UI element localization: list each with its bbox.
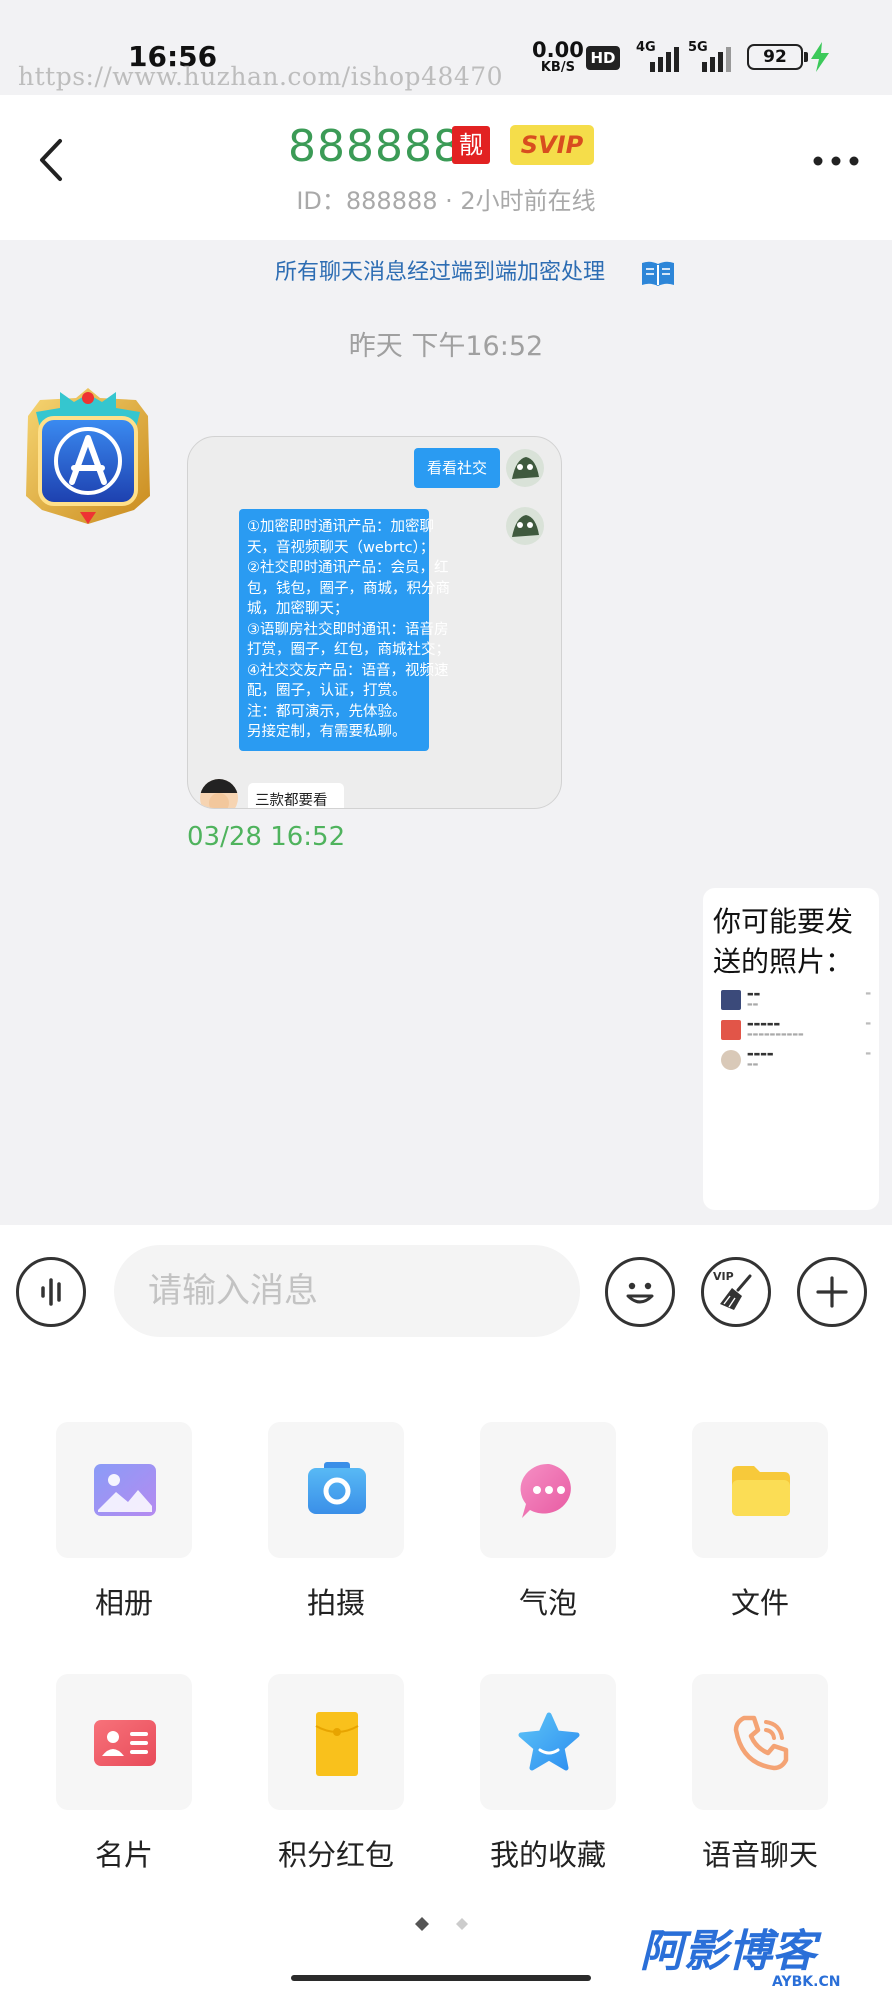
page-indicator[interactable] bbox=[410, 1914, 470, 1934]
tile-contact-card[interactable]: 名片 bbox=[56, 1674, 196, 1874]
tile-voice-chat-box bbox=[692, 1674, 828, 1810]
home-indicator[interactable] bbox=[291, 1975, 591, 1981]
bubble-icon bbox=[520, 1463, 571, 1518]
tile-bubble-label: 气泡 bbox=[518, 1586, 577, 1620]
signal-5g-icon: 5G bbox=[688, 40, 736, 72]
suggested-photo-title: 你可能要发送的照片： bbox=[713, 905, 854, 978]
message-timestamp: 03/28 16:52 bbox=[187, 822, 346, 852]
message-input[interactable] bbox=[114, 1245, 580, 1337]
tile-file-label: 文件 bbox=[730, 1586, 789, 1620]
message-input-bar: VIP bbox=[0, 1225, 892, 1345]
tile-album-label: 相册 bbox=[94, 1586, 153, 1620]
tile-contact-card-label: 名片 bbox=[94, 1838, 153, 1872]
photo-thumb-row: ▬▬ ▬▬ ▬ bbox=[721, 990, 871, 1012]
tile-file-box bbox=[692, 1422, 828, 1558]
tile-camera-box bbox=[268, 1422, 404, 1558]
vip-clean-button[interactable]: VIP bbox=[701, 1257, 771, 1327]
photo-thumb-row: ▬▬▬▬▬ ▬▬▬▬▬▬▬▬▬▬ ▬ bbox=[721, 1020, 871, 1042]
tile-red-packet-label: 积分红包 bbox=[277, 1838, 394, 1872]
contact-avatar[interactable] bbox=[16, 384, 161, 529]
suggested-photo-card[interactable]: 你可能要发送的照片： ▬▬ ▬▬ ▬ ▬▬▬▬▬ ▬▬▬▬▬▬▬▬▬▬ ▬ ▬▬… bbox=[703, 888, 879, 1210]
watermark-url: https://www.huzhan.com/ishop48470 bbox=[18, 62, 504, 91]
more-options-button[interactable] bbox=[808, 150, 864, 172]
tile-voice-chat[interactable]: 语音聊天 bbox=[692, 1674, 832, 1874]
red-packet-icon bbox=[315, 1712, 359, 1776]
sender-avatar-small bbox=[506, 449, 544, 487]
emoji-button[interactable] bbox=[605, 1257, 675, 1327]
receiver-avatar-small bbox=[200, 779, 238, 808]
signal-4g-icon: 4G bbox=[636, 40, 684, 72]
folder-icon bbox=[732, 1466, 790, 1516]
chat-image-message[interactable]: 看看社交 ①加密即时通讯产品：加密聊 天，音视频聊天（webrtc）； ②社交即… bbox=[187, 436, 562, 809]
tile-favorites-box bbox=[480, 1674, 616, 1810]
network-speed: 0.00 KB/S bbox=[532, 38, 584, 75]
tile-red-packet-box bbox=[268, 1674, 404, 1810]
phone-icon bbox=[733, 1715, 789, 1771]
tile-bubble-box bbox=[480, 1422, 616, 1558]
time-divider: 昨天 下午16:52 bbox=[348, 331, 544, 362]
sender-avatar-small bbox=[506, 507, 544, 545]
back-button[interactable] bbox=[32, 135, 72, 185]
contact-card-icon bbox=[94, 1720, 156, 1766]
tile-favorites[interactable]: 我的收藏 bbox=[480, 1674, 620, 1874]
tile-contact-card-box bbox=[56, 1674, 192, 1810]
tile-album-box bbox=[56, 1422, 192, 1558]
charging-bolt-icon bbox=[811, 42, 829, 72]
battery-icon: 92 bbox=[747, 44, 803, 70]
tile-bubble[interactable]: 气泡 bbox=[480, 1422, 620, 1622]
hd-voice-icon: HD bbox=[586, 46, 620, 70]
photo-thumb-row: ▬▬▬▬ ▬▬ ▬ bbox=[721, 1050, 871, 1072]
smiley-icon bbox=[626, 1282, 654, 1304]
voice-wave-icon bbox=[41, 1278, 61, 1306]
logo-sub-text: AYBK.CN bbox=[772, 1974, 840, 1990]
network-speed-value: 0.00 bbox=[532, 38, 584, 62]
tile-file[interactable]: 文件 bbox=[692, 1422, 832, 1622]
network-speed-unit: KB/S bbox=[540, 60, 575, 75]
logo-main-text: 阿影博客 bbox=[640, 1926, 822, 1977]
album-icon bbox=[94, 1464, 156, 1516]
svip-badge: SVIP bbox=[510, 125, 594, 165]
battery-tip bbox=[804, 52, 808, 62]
tile-camera-label: 拍摄 bbox=[306, 1586, 365, 1620]
status-bar: 16:56 https://www.huzhan.com/ishop48470 … bbox=[0, 0, 892, 95]
tile-voice-chat-label: 语音聊天 bbox=[701, 1838, 818, 1872]
image-message-bubble: ①加密即时通讯产品：加密聊 天，音视频聊天（webrtc）； ②社交即时通讯产品… bbox=[239, 509, 450, 751]
tile-favorites-label: 我的收藏 bbox=[489, 1838, 606, 1872]
contact-name: 888888 bbox=[288, 121, 462, 172]
book-icon bbox=[642, 261, 674, 286]
plus-icon bbox=[816, 1276, 848, 1308]
tile-red-packet[interactable]: 积分红包 bbox=[268, 1674, 408, 1874]
image-question-text: 三款都要看吗? bbox=[248, 783, 344, 808]
encryption-notice[interactable]: 所有聊天消息经过端到端加密处理 bbox=[190, 250, 690, 296]
tile-album[interactable]: 相册 bbox=[56, 1422, 196, 1622]
contact-subtitle: ID：888888 · 2小时前在线 bbox=[296, 187, 596, 215]
broom-icon bbox=[720, 1274, 752, 1310]
tile-camera[interactable]: 拍摄 bbox=[268, 1422, 408, 1622]
pretty-id-badge: 靓 bbox=[452, 126, 490, 164]
camera-icon bbox=[308, 1462, 366, 1514]
encryption-notice-text: 所有聊天消息经过端到端加密处理 bbox=[274, 260, 605, 285]
voice-input-button[interactable] bbox=[16, 1257, 86, 1327]
image-button-text: 看看社交 bbox=[414, 448, 500, 488]
star-icon bbox=[518, 1712, 580, 1771]
site-logo: 阿影博客 AYBK.CN bbox=[640, 1926, 840, 1990]
chat-header: 888888 靓 SVIP ID：888888 · 2小时前在线 bbox=[0, 95, 892, 240]
more-actions-button[interactable] bbox=[797, 1257, 867, 1327]
